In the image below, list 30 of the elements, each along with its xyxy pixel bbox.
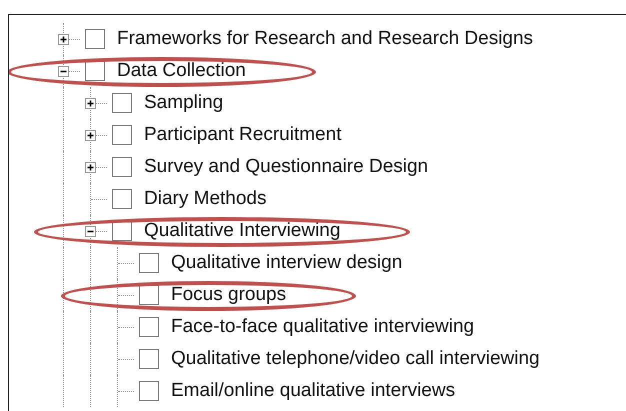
expand-icon[interactable] [58, 34, 69, 45]
collapse-icon[interactable] [58, 66, 69, 77]
checkbox[interactable] [112, 189, 132, 209]
checkbox[interactable] [112, 157, 132, 177]
checkbox[interactable] [112, 221, 132, 241]
checkbox[interactable] [112, 93, 132, 113]
tree-item-label[interactable]: Participant Recruitment [144, 124, 342, 146]
expand-icon[interactable] [85, 98, 96, 109]
checkbox[interactable] [112, 125, 132, 145]
checkbox[interactable] [139, 285, 159, 305]
tree-item-label[interactable]: Focus groups [171, 284, 286, 306]
tree-item-label[interactable]: Email/online qualitative interviews [171, 380, 456, 402]
collapse-icon[interactable] [85, 226, 96, 237]
checkbox[interactable] [85, 29, 105, 49]
expand-icon[interactable] [85, 130, 96, 141]
tree-item-label[interactable]: Survey and Questionnaire Design [144, 156, 428, 178]
tree-item-label[interactable]: Qualitative telephone/video call interviewing [171, 348, 540, 370]
tree-item-label[interactable]: Qualitative Interviewing [144, 220, 340, 242]
tree-item-label[interactable]: Qualitative interview design [171, 252, 402, 274]
tree-item-label[interactable]: Face-to-face qualitative interviewing [171, 316, 474, 338]
tree-item-label[interactable]: Diary Methods [144, 188, 266, 210]
checkbox[interactable] [139, 317, 159, 337]
tree-item-label[interactable]: Data Collection [117, 60, 246, 82]
tree-item-label[interactable]: Frameworks for Research and Research Designs [117, 28, 534, 50]
expand-icon[interactable] [85, 162, 96, 173]
checkbox[interactable] [139, 349, 159, 369]
checkbox[interactable] [139, 253, 159, 273]
checkbox[interactable] [139, 381, 159, 401]
checkbox[interactable] [85, 61, 105, 81]
tree-item-label[interactable]: Sampling [144, 92, 224, 114]
